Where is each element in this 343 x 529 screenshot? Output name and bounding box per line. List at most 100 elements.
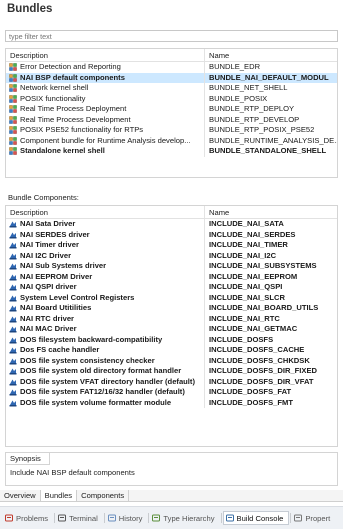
table-row[interactable]: NAI RTC driver INCLUDE_NAI_RTC: [6, 313, 337, 324]
table-row[interactable]: Component bundle for Runtime Analysis de…: [6, 135, 337, 146]
table-row[interactable]: System Level Control Registers INCLUDE_NA…: [6, 292, 337, 303]
tab-bundles[interactable]: Bundles: [40, 490, 78, 501]
table-row[interactable]: Standalone kernel shell BUNDLE_STANDALONE…: [6, 146, 337, 157]
table-row[interactable]: NAI Sata Driver INCLUDE_NAI_SATA: [6, 219, 337, 230]
component-icon: [9, 241, 17, 249]
row-description-cell: Real Time Process Deployment: [6, 104, 205, 115]
table-row[interactable]: DOS file system consistency checker INCLU…: [6, 355, 337, 366]
view-tab-type-hierarchy[interactable]: Type Hierarchy: [150, 511, 219, 525]
component-icon: [9, 378, 17, 386]
table-row[interactable]: DOS file system old directory format han…: [6, 366, 337, 377]
row-description: POSIX functionality: [20, 93, 86, 103]
bundle-icon: [9, 126, 17, 134]
table-row[interactable]: NAI I2C Driver INCLUDE_NAI_I2C: [6, 250, 337, 261]
table-row[interactable]: DOS file system FAT12/16/32 handler (def…: [6, 387, 337, 398]
column-header-name[interactable]: Name: [205, 206, 337, 218]
view-tab-problems[interactable]: Problems: [3, 511, 53, 525]
view-tab-build-console[interactable]: Build Console: [222, 511, 290, 525]
row-name: INCLUDE_NAI_SATA: [209, 219, 284, 228]
table-row[interactable]: DOS filesystem backward-compatibility INC…: [6, 334, 337, 345]
tab-overview[interactable]: Overview: [0, 490, 41, 501]
component-icon: [9, 273, 17, 281]
bundles-table-body: Error Detection and Reporting BUNDLE_EDR N…: [6, 62, 337, 157]
table-row[interactable]: NAI Sub Systems driver INCLUDE_NAI_SUBSYS…: [6, 261, 337, 272]
component-icon: [9, 252, 17, 260]
row-name: INCLUDE_NAI_QSPI: [209, 282, 283, 291]
row-name: INCLUDE_NAI_SUBSYSTEMS: [209, 261, 317, 270]
table-row[interactable]: DOS file system volume formatter module I…: [6, 397, 337, 408]
table-row[interactable]: Dos FS cache handler INCLUDE_DOSFS_CACHE: [6, 345, 337, 356]
row-description: NAI SERDES driver: [20, 229, 90, 239]
row-name: INCLUDE_NAI_SERDES: [209, 229, 296, 239]
component-icon: [9, 283, 17, 291]
row-name: INCLUDE_NAI_RTC: [209, 313, 280, 323]
table-row[interactable]: NAI Board Utitilities INCLUDE_NAI_BOARD_U…: [6, 303, 337, 314]
row-description: NAI Sata Driver: [20, 219, 76, 228]
table-row[interactable]: Real Time Process Deployment BUNDLE_RTP_D…: [6, 104, 337, 115]
view-tab-propert[interactable]: Propert: [292, 511, 335, 525]
row-description-cell: NAI Sata Driver: [6, 219, 205, 230]
row-name: INCLUDE_DOSFS_CACHE: [209, 345, 305, 354]
row-description: Error Detection and Reporting: [20, 62, 121, 71]
view-label: Build Console: [236, 513, 284, 523]
properties-icon: [294, 514, 303, 522]
row-name: BUNDLE_RTP_POSIX_PSE52: [209, 125, 315, 134]
table-row[interactable]: Real Time Process Development BUNDLE_RTP_…: [6, 114, 337, 125]
row-description: NAI BSP default components: [20, 72, 125, 82]
row-name: INCLUDE_DOSFS: [209, 334, 274, 344]
table-row[interactable]: NAI Timer driver INCLUDE_NAI_TIMER: [6, 240, 337, 251]
view-label: History: [118, 513, 143, 523]
row-description-cell: NAI SERDES driver: [6, 229, 205, 240]
bundle-components-label: Bundle Components:: [8, 193, 79, 202]
row-name: INCLUDE_NAI_GETMAC: [209, 324, 298, 333]
column-header-description[interactable]: Description: [6, 206, 205, 218]
column-header-description[interactable]: Description: [6, 49, 205, 61]
view-separator: [148, 513, 150, 523]
table-row[interactable]: NAI EEPROM Driver INCLUDE_NAI_EEPROM: [6, 271, 337, 282]
component-icon: [9, 346, 17, 354]
bundle-icon: [9, 116, 17, 124]
view-tab-history[interactable]: History: [106, 511, 148, 525]
bundle-icon: [9, 105, 17, 113]
table-row[interactable]: NAI BSP default components BUNDLE_NAI_DEF…: [6, 72, 337, 83]
row-description-cell: NAI Board Utitilities: [6, 303, 205, 314]
tab-components[interactable]: Components: [77, 490, 130, 501]
table-row[interactable]: POSIX PSE52 functionality for RTPs BUNDLE…: [6, 125, 337, 136]
row-name: BUNDLE_NET_SHELL: [209, 83, 288, 92]
page-title: Bundles: [7, 3, 53, 15]
row-description-cell: NAI EEPROM Driver: [6, 271, 205, 282]
row-description-cell: DOS filesystem backward-compatibility: [6, 334, 205, 345]
row-description: NAI I2C Driver: [20, 250, 72, 260]
view-separator: [220, 513, 222, 523]
row-description: DOS file system consistency checker: [20, 355, 155, 365]
row-description: Dos FS cache handler: [20, 345, 100, 354]
type-hierarchy-icon: [152, 514, 161, 522]
synopsis-tab[interactable]: Synopsis: [6, 453, 50, 465]
row-description-cell: System Level Control Registers: [6, 292, 205, 303]
row-description: NAI QSPI driver: [20, 282, 77, 291]
table-row[interactable]: NAI MAC Driver INCLUDE_NAI_GETMAC: [6, 324, 337, 335]
component-icon: [9, 231, 17, 239]
view-tab-terminal[interactable]: Terminal: [56, 511, 103, 525]
row-name: INCLUDE_NAI_TIMER: [209, 240, 288, 249]
row-description-cell: Error Detection and Reporting: [6, 62, 205, 73]
row-description: NAI RTC driver: [20, 313, 75, 323]
table-row[interactable]: POSIX functionality BUNDLE_POSIX: [6, 93, 337, 104]
table-row[interactable]: DOS file system VFAT directory handler (…: [6, 376, 337, 387]
row-description-cell: Standalone kernel shell: [6, 146, 205, 157]
synopsis-panel: Synopsis Include NAI BSP default compone…: [5, 452, 338, 486]
view-label: Problems: [16, 513, 49, 523]
components-table-header: Description Name: [6, 206, 337, 219]
row-description: DOS file system old directory format han…: [20, 366, 182, 375]
row-description: NAI EEPROM Driver: [20, 271, 93, 281]
table-row[interactable]: Network kernel shell BUNDLE_NET_SHELL: [6, 83, 337, 94]
editor-tabs: Overview Bundles Components: [0, 490, 343, 502]
row-description: NAI MAC Driver: [20, 324, 77, 333]
table-row[interactable]: NAI SERDES driver INCLUDE_NAI_SERDES: [6, 229, 337, 240]
table-row[interactable]: NAI QSPI driver INCLUDE_NAI_QSPI: [6, 282, 337, 293]
column-header-name[interactable]: Name: [205, 49, 337, 61]
table-row[interactable]: Error Detection and Reporting BUNDLE_EDR: [6, 62, 337, 73]
filter-input[interactable]: [5, 30, 338, 42]
row-name: INCLUDE_DOSFS_FAT: [209, 387, 292, 396]
console-icon: [225, 514, 234, 522]
